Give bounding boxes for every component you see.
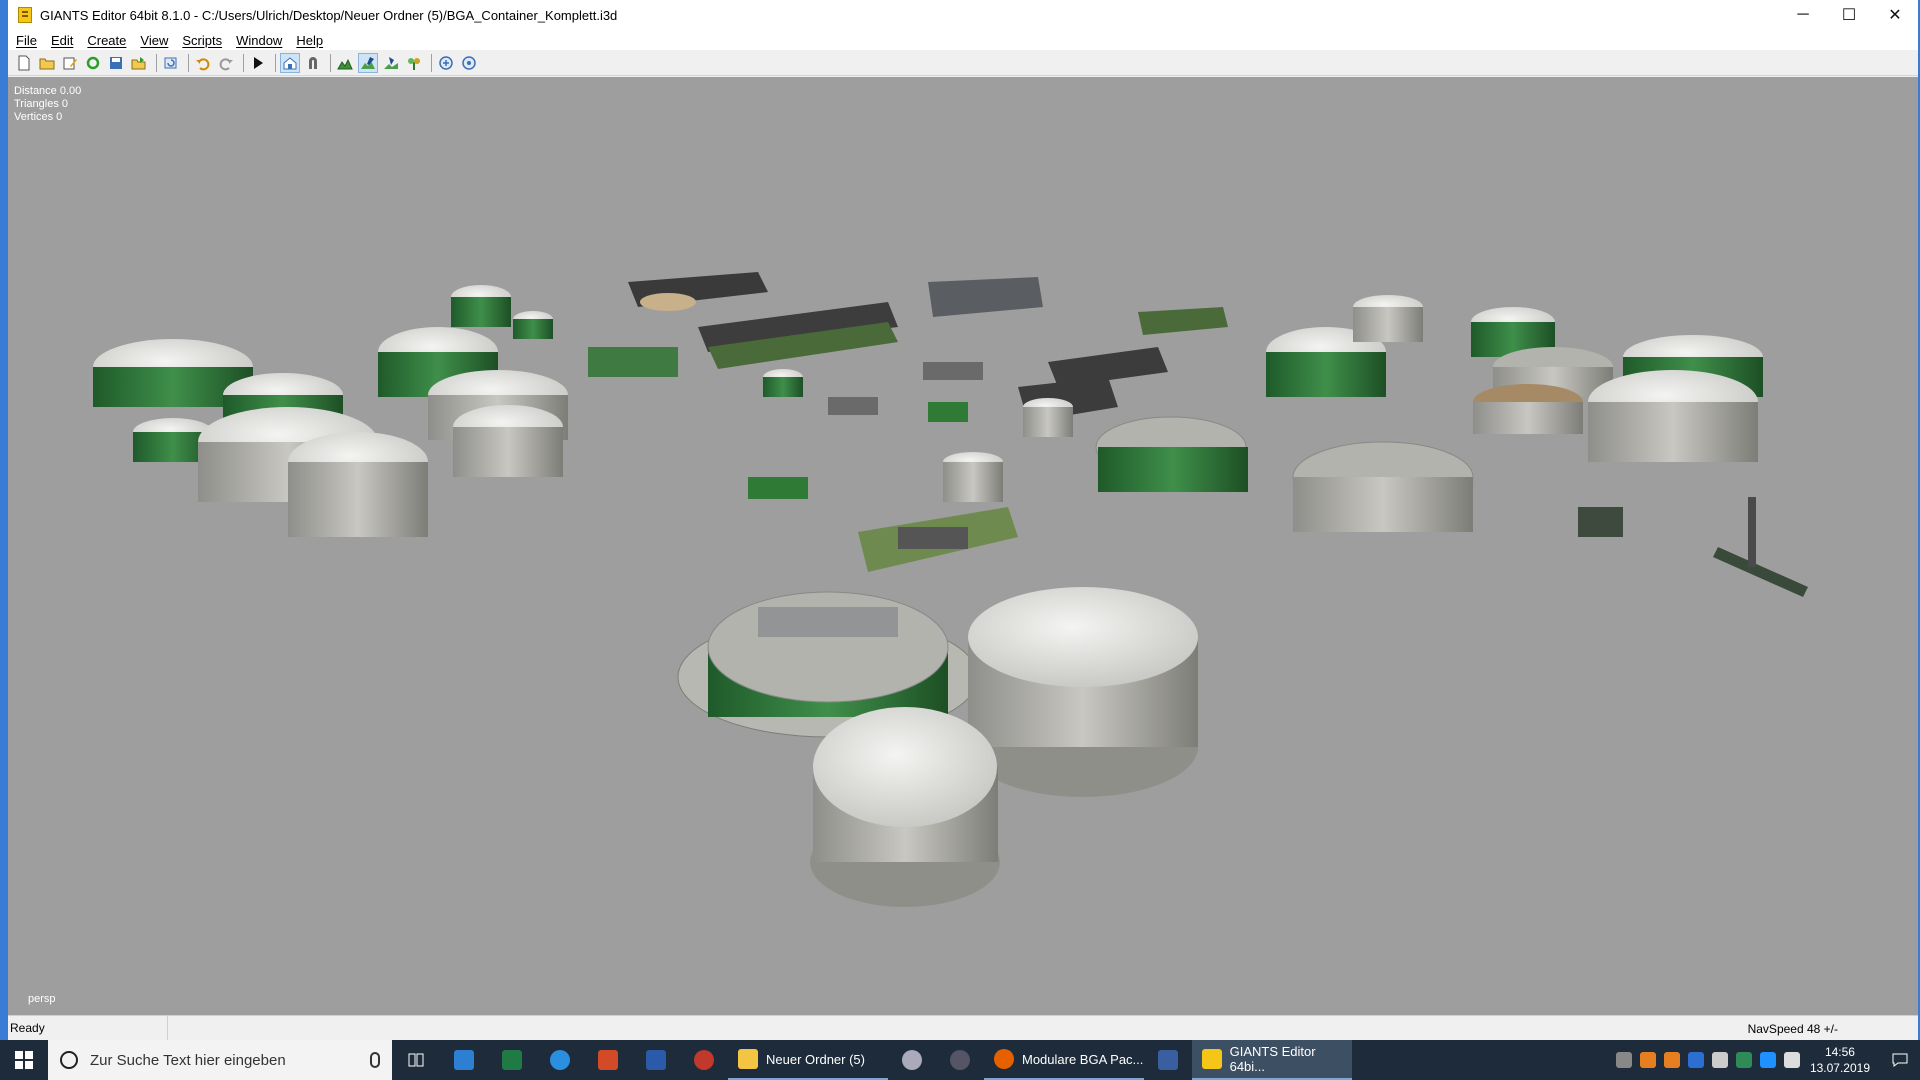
menu-window[interactable]: Window (236, 33, 282, 48)
game-app-icon[interactable] (680, 1040, 728, 1080)
menu-edit[interactable]: Edit (51, 33, 73, 48)
search-placeholder: Zur Suche Text hier eingeben (90, 1051, 286, 1069)
toolbar-separator (275, 53, 276, 72)
title-bar[interactable]: GIANTS Editor 64bit 8.1.0 - C:/Users/Ulr… (8, 0, 1918, 30)
toolbar-separator (243, 53, 244, 72)
toolbar-separator (156, 53, 157, 72)
giants-editor-icon (1202, 1049, 1222, 1069)
3d-viewport[interactable]: Distance 0.00 Triangles 0 Vertices 0 per… (8, 77, 1918, 1015)
taskbar-explorer[interactable]: Neuer Ordner (5) (728, 1040, 888, 1080)
menu-bar: File Edit Create View Scripts Window Hel… (8, 30, 1918, 50)
new-file-icon[interactable] (14, 53, 34, 73)
distance-readout: Distance 0.00 (14, 85, 82, 97)
taskbar-giants-label: GIANTS Editor 64bi... (1229, 1044, 1316, 1074)
edit-icon[interactable] (60, 53, 80, 73)
menu-help[interactable]: Help (296, 33, 323, 48)
windows-taskbar: Zur Suche Text hier eingeben Neuer Ordne… (0, 1040, 1920, 1080)
menu-create[interactable]: Create (87, 33, 126, 48)
editor-window: GIANTS Editor 64bit 8.1.0 - C:/Users/Ulr… (0, 0, 1920, 1040)
terrain-paint-icon[interactable] (358, 52, 378, 73)
play-icon[interactable] (248, 53, 268, 73)
taskbar-clock[interactable]: 14:56 13.07.2019 (1810, 1044, 1870, 1076)
foliage-paint-icon[interactable] (381, 53, 401, 73)
task-view-icon[interactable] (392, 1040, 440, 1080)
triangles-readout: Triangles 0 (14, 98, 69, 110)
status-text: Ready (8, 1016, 168, 1040)
scene-stats: Distance 0.00 Triangles 0 Vertices 0 (14, 85, 81, 124)
volume-icon[interactable] (1711, 1052, 1728, 1068)
toolbar-separator (188, 53, 189, 72)
edge-icon[interactable] (536, 1040, 584, 1080)
monitor-app-icon[interactable] (440, 1040, 488, 1080)
taskbar-giants-editor[interactable]: GIANTS Editor 64bi... (1192, 1040, 1352, 1080)
menu-file[interactable]: File (16, 33, 37, 48)
redo-icon[interactable] (216, 53, 236, 73)
menu-view[interactable]: View (140, 33, 168, 48)
menu-scripts[interactable]: Scripts (182, 33, 222, 48)
close-button[interactable]: ✕ (1872, 0, 1918, 30)
undo-icon[interactable] (193, 53, 213, 73)
taskbar-firefox[interactable]: Modulare BGA Pac... (984, 1040, 1144, 1080)
bluetooth-icon[interactable] (1759, 1052, 1776, 1068)
taskbar-search-box[interactable]: Zur Suche Text hier eingeben (48, 1040, 392, 1080)
folder-icon (738, 1049, 758, 1069)
printer-tray-icon[interactable] (1615, 1052, 1632, 1068)
firefox-icon (994, 1049, 1014, 1069)
network-icon[interactable] (1783, 1052, 1800, 1068)
excel-icon[interactable] (488, 1040, 536, 1080)
app-tray-icon[interactable] (1663, 1052, 1680, 1068)
navspeed-readout: NavSpeed 48 +/- (1747, 1022, 1838, 1036)
save-icon[interactable] (106, 53, 126, 73)
windows-logo-icon (15, 1051, 33, 1069)
vertices-readout: Vertices 0 (14, 111, 63, 123)
minimize-button[interactable]: ─ (1780, 0, 1826, 30)
settings-sync-icon[interactable] (459, 53, 479, 73)
clock-time: 14:56 (1824, 1045, 1855, 1059)
giants-editor-app-icon (18, 7, 32, 23)
taskbar-explorer-label: Neuer Ordner (5) (766, 1051, 865, 1067)
reload-icon[interactable] (161, 53, 181, 73)
word-icon[interactable] (632, 1040, 680, 1080)
pdf-reader-icon[interactable] (584, 1040, 632, 1080)
terrain-sculpt-icon[interactable] (335, 53, 355, 73)
start-button[interactable] (0, 1040, 48, 1080)
window-title: GIANTS Editor 64bit 8.1.0 - C:/Users/Ulr… (40, 7, 618, 23)
defender-tray-icon[interactable] (1735, 1052, 1752, 1068)
toolbar-separator (330, 53, 331, 72)
settings-app-icon[interactable] (936, 1040, 984, 1080)
cortana-icon (60, 1051, 78, 1069)
microphone-icon[interactable] (370, 1052, 380, 1068)
action-center-icon[interactable] (1880, 1040, 1920, 1080)
maximize-button[interactable]: ☐ (1826, 0, 1872, 30)
steam-icon[interactable] (888, 1040, 936, 1080)
plant-icon[interactable] (404, 53, 424, 73)
home-select-icon[interactable] (280, 52, 300, 73)
security-tray-icon[interactable] (1639, 1052, 1656, 1068)
camera-label: persp (28, 993, 56, 1005)
malwarebytes-tray-icon[interactable] (1687, 1052, 1704, 1068)
taskbar-firefox-label: Modulare BGA Pac... (1022, 1051, 1144, 1067)
magnet-icon[interactable] (303, 53, 323, 73)
status-bar: Ready NavSpeed 48 +/- (8, 1015, 1918, 1040)
system-tray: 14:56 13.07.2019 (1612, 1040, 1920, 1080)
refresh-icon[interactable] (83, 53, 103, 73)
toolbar (8, 50, 1918, 76)
export-icon[interactable] (129, 53, 149, 73)
scene-render (93, 272, 1808, 907)
tool-app-icon[interactable] (1144, 1040, 1192, 1080)
sync-icon[interactable] (436, 53, 456, 73)
window-controls: ─ ☐ ✕ (1780, 0, 1918, 30)
open-folder-icon[interactable] (37, 53, 57, 73)
clock-date: 13.07.2019 (1809, 1061, 1870, 1075)
toolbar-separator (431, 53, 432, 72)
